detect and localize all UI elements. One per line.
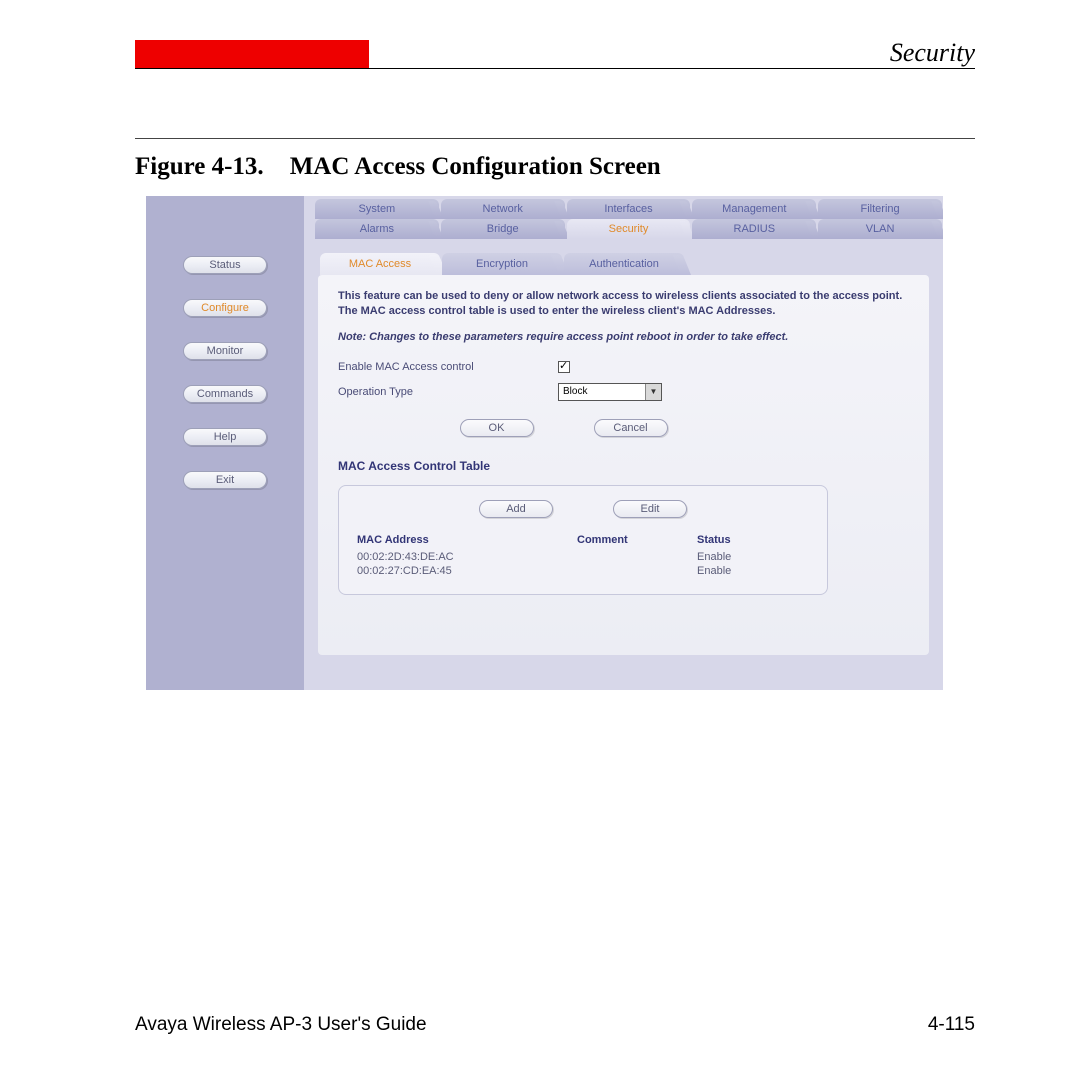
ok-button[interactable]: OK: [460, 419, 534, 437]
tab-vlan[interactable]: VLAN: [818, 219, 942, 239]
cell-mac: 00:02:27:CD:EA:45: [357, 564, 577, 578]
tab-interfaces[interactable]: Interfaces: [567, 199, 691, 219]
figure-rule: [135, 138, 975, 139]
tab-row-2: Alarms Bridge Security RADIUS VLAN: [304, 219, 943, 239]
table-header-row: MAC Address Comment Status: [357, 534, 809, 550]
enable-mac-label: Enable MAC Access control: [338, 361, 558, 373]
tab-system[interactable]: System: [315, 199, 439, 219]
sidebar-item-monitor[interactable]: Monitor: [183, 342, 267, 360]
header-mac: MAC Address: [357, 534, 577, 550]
edit-button[interactable]: Edit: [613, 500, 687, 518]
subtab-authentication[interactable]: Authentication: [564, 253, 684, 275]
tab-filtering[interactable]: Filtering: [818, 199, 942, 219]
screenshot-panel: Status Configure Monitor Commands Help E…: [146, 196, 943, 690]
table-title: MAC Access Control Table: [338, 459, 909, 473]
operation-type-select[interactable]: Block ▼: [558, 383, 662, 401]
tab-alarms[interactable]: Alarms: [315, 219, 439, 239]
cell-status: Enable: [697, 564, 777, 578]
action-row: OK Cancel: [338, 419, 909, 437]
page-header: Security: [135, 40, 975, 70]
figure-caption: Figure 4-13. MAC Access Configuration Scr…: [135, 153, 975, 181]
sidebar-item-exit[interactable]: Exit: [183, 471, 267, 489]
page-footer: Avaya Wireless AP-3 User's Guide 4-115: [135, 1014, 975, 1036]
subtab-mac-access[interactable]: MAC Access: [320, 253, 440, 275]
cell-mac: 00:02:2D:43:DE:AC: [357, 550, 577, 564]
cancel-button[interactable]: Cancel: [594, 419, 668, 437]
note-text: Note: Changes to these parameters requir…: [338, 331, 909, 343]
tab-management[interactable]: Management: [692, 199, 816, 219]
table-row[interactable]: 00:02:2D:43:DE:AC Enable: [357, 550, 809, 564]
inner-panel: This feature can be used to deny or allo…: [318, 275, 929, 655]
table-actions: Add Edit: [357, 500, 809, 518]
tab-row-1: System Network Interfaces Management Fil…: [304, 199, 943, 219]
subtab-encryption[interactable]: Encryption: [442, 253, 562, 275]
add-button[interactable]: Add: [479, 500, 553, 518]
header-red-bar: [135, 40, 369, 68]
subtab-row: MAC Access Encryption Authentication: [320, 253, 943, 275]
operation-type-row: Operation Type Block ▼: [338, 383, 909, 401]
tab-network[interactable]: Network: [441, 199, 565, 219]
tab-bridge[interactable]: Bridge: [441, 219, 565, 239]
sidebar-item-commands[interactable]: Commands: [183, 385, 267, 403]
footer-left: Avaya Wireless AP-3 User's Guide: [135, 1014, 427, 1036]
figure-number: Figure 4-13.: [135, 153, 264, 180]
enable-mac-row: Enable MAC Access control: [338, 361, 909, 373]
sidebar-item-help[interactable]: Help: [183, 428, 267, 446]
header-status: Status: [697, 534, 777, 550]
table-row[interactable]: 00:02:27:CD:EA:45 Enable: [357, 564, 809, 578]
mac-table-block: Add Edit MAC Address Comment Status 00:0…: [338, 485, 828, 595]
tab-radius[interactable]: RADIUS: [692, 219, 816, 239]
header-comment: Comment: [577, 534, 697, 550]
enable-mac-checkbox[interactable]: [558, 361, 570, 373]
footer-right: 4-115: [928, 1014, 975, 1036]
sidebar-item-status[interactable]: Status: [183, 256, 267, 274]
tab-security[interactable]: Security: [567, 219, 691, 239]
header-rule: [135, 68, 975, 69]
header-title: Security: [890, 38, 975, 68]
sidebar: Status Configure Monitor Commands Help E…: [146, 196, 304, 690]
operation-type-label: Operation Type: [338, 386, 558, 398]
mac-table: MAC Address Comment Status 00:02:2D:43:D…: [357, 534, 809, 578]
sidebar-item-configure[interactable]: Configure: [183, 299, 267, 317]
content-area: System Network Interfaces Management Fil…: [304, 196, 943, 690]
figure-title: MAC Access Configuration Screen: [290, 153, 661, 180]
description-text: This feature can be used to deny or allo…: [338, 289, 909, 319]
cell-status: Enable: [697, 550, 777, 564]
operation-type-value: Block: [559, 386, 645, 397]
cell-comment: [577, 564, 697, 578]
figure-block: Figure 4-13. MAC Access Configuration Scr…: [135, 138, 975, 181]
chevron-down-icon: ▼: [645, 384, 661, 400]
cell-comment: [577, 550, 697, 564]
